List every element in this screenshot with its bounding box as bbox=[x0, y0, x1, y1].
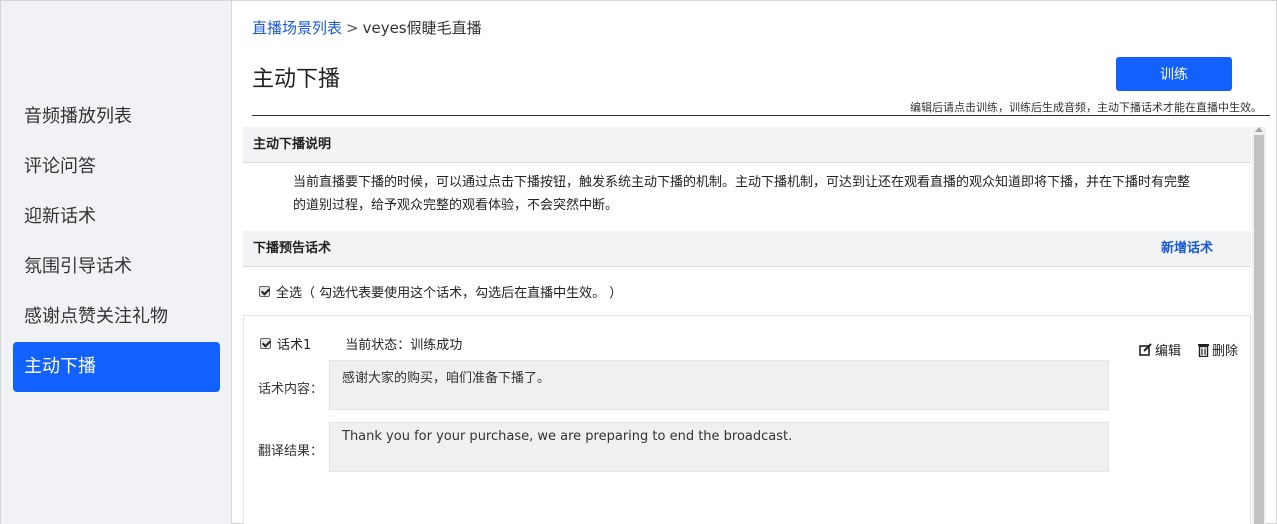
sidebar-item-audio-playlist[interactable]: 音频播放列表 bbox=[13, 92, 220, 142]
scroll-up-arrow-icon[interactable] bbox=[1255, 127, 1263, 132]
script-actions: 编辑 删除 bbox=[1123, 340, 1238, 359]
explain-section-title: 主动下播说明 bbox=[253, 137, 332, 152]
add-script-link[interactable]: 新增话术 bbox=[1161, 231, 1213, 267]
app-window: 音频播放列表 评论问答 迎新话术 氛围引导话术 感谢点赞关注礼物 主动下播 直播… bbox=[0, 0, 1277, 524]
sidebar-item-thanks-gifts[interactable]: 感谢点赞关注礼物 bbox=[13, 292, 220, 342]
script-card: 话术1 当前状态：训练成功 编辑 删除 话术内容： 感谢大家的购买，咱们准备下播… bbox=[243, 315, 1251, 524]
breadcrumb-current: veyes假睫毛直播 bbox=[362, 19, 482, 37]
script-card-header: 话术1 当前状态：训练成功 bbox=[260, 334, 462, 353]
sidebar-item-welcome-scripts[interactable]: 迎新话术 bbox=[13, 192, 220, 242]
content-label: 话术内容： bbox=[258, 382, 324, 397]
train-button[interactable]: 训练 bbox=[1116, 57, 1232, 91]
script-checkbox[interactable] bbox=[260, 338, 271, 349]
breadcrumb-scene-list-link[interactable]: 直播场景列表 bbox=[252, 19, 342, 37]
explain-text: 当前直播要下播的时候，可以通过点击下播按钮，触发系统主动下播的机制。主动下播机制… bbox=[293, 175, 1191, 213]
train-hint: 编辑后请点击训练，训练后生成音频，主动下播话术才能在直播中生效。 bbox=[910, 101, 1262, 114]
select-all-row: 全选（ 勾选代表要使用这个话术，勾选后在直播中生效。 ） bbox=[243, 267, 1251, 315]
translation-field[interactable]: Thank you for your purchase, we are prep… bbox=[329, 422, 1109, 472]
script-content-field[interactable]: 感谢大家的购买，咱们准备下播了。 bbox=[329, 360, 1109, 410]
delete-label: 删除 bbox=[1211, 344, 1238, 359]
delete-button[interactable]: 删除 bbox=[1197, 340, 1238, 359]
breadcrumb-separator: > bbox=[346, 19, 359, 37]
scripts-section-title: 下播预告话术 bbox=[253, 241, 332, 256]
script-status: 当前状态：训练成功 bbox=[345, 338, 463, 353]
content-area: 主动下播说明 当前直播要下播的时候，可以通过点击下播按钮，触发系统主动下播的机制… bbox=[243, 127, 1251, 524]
edit-icon bbox=[1139, 342, 1152, 356]
breadcrumb: 直播场景列表 > veyes假睫毛直播 bbox=[252, 17, 482, 38]
edit-button[interactable]: 编辑 bbox=[1139, 340, 1181, 359]
sidebar-nav: 音频播放列表 评论问答 迎新话术 氛围引导话术 感谢点赞关注礼物 主动下播 bbox=[13, 92, 220, 392]
sidebar-item-comment-qa[interactable]: 评论问答 bbox=[13, 142, 220, 192]
translation-label: 翻译结果： bbox=[258, 444, 324, 459]
main-panel: 直播场景列表 > veyes假睫毛直播 主动下播 训练 编辑后请点击训练，训练后生成… bbox=[232, 1, 1277, 524]
edit-label: 编辑 bbox=[1154, 344, 1181, 359]
content-scrollbar[interactable] bbox=[1252, 127, 1266, 524]
sidebar-item-end-broadcast[interactable]: 主动下播 bbox=[13, 342, 220, 392]
select-all-label: 全选（ 勾选代表要使用这个话术，勾选后在直播中生效。 ） bbox=[276, 285, 623, 301]
sidebar-item-atmosphere-scripts[interactable]: 氛围引导话术 bbox=[13, 242, 220, 292]
explain-section-header: 主动下播说明 bbox=[243, 127, 1251, 163]
title-divider bbox=[252, 115, 1270, 116]
page-title: 主动下播 bbox=[252, 67, 341, 92]
script-name: 话术1 bbox=[277, 338, 312, 353]
trash-icon bbox=[1197, 343, 1209, 357]
scripts-section-header: 下播预告话术 新增话术 bbox=[243, 231, 1251, 267]
select-all-checkbox[interactable] bbox=[259, 285, 270, 297]
scroll-thumb[interactable] bbox=[1254, 135, 1264, 524]
sidebar: 音频播放列表 评论问答 迎新话术 氛围引导话术 感谢点赞关注礼物 主动下播 bbox=[1, 1, 232, 524]
